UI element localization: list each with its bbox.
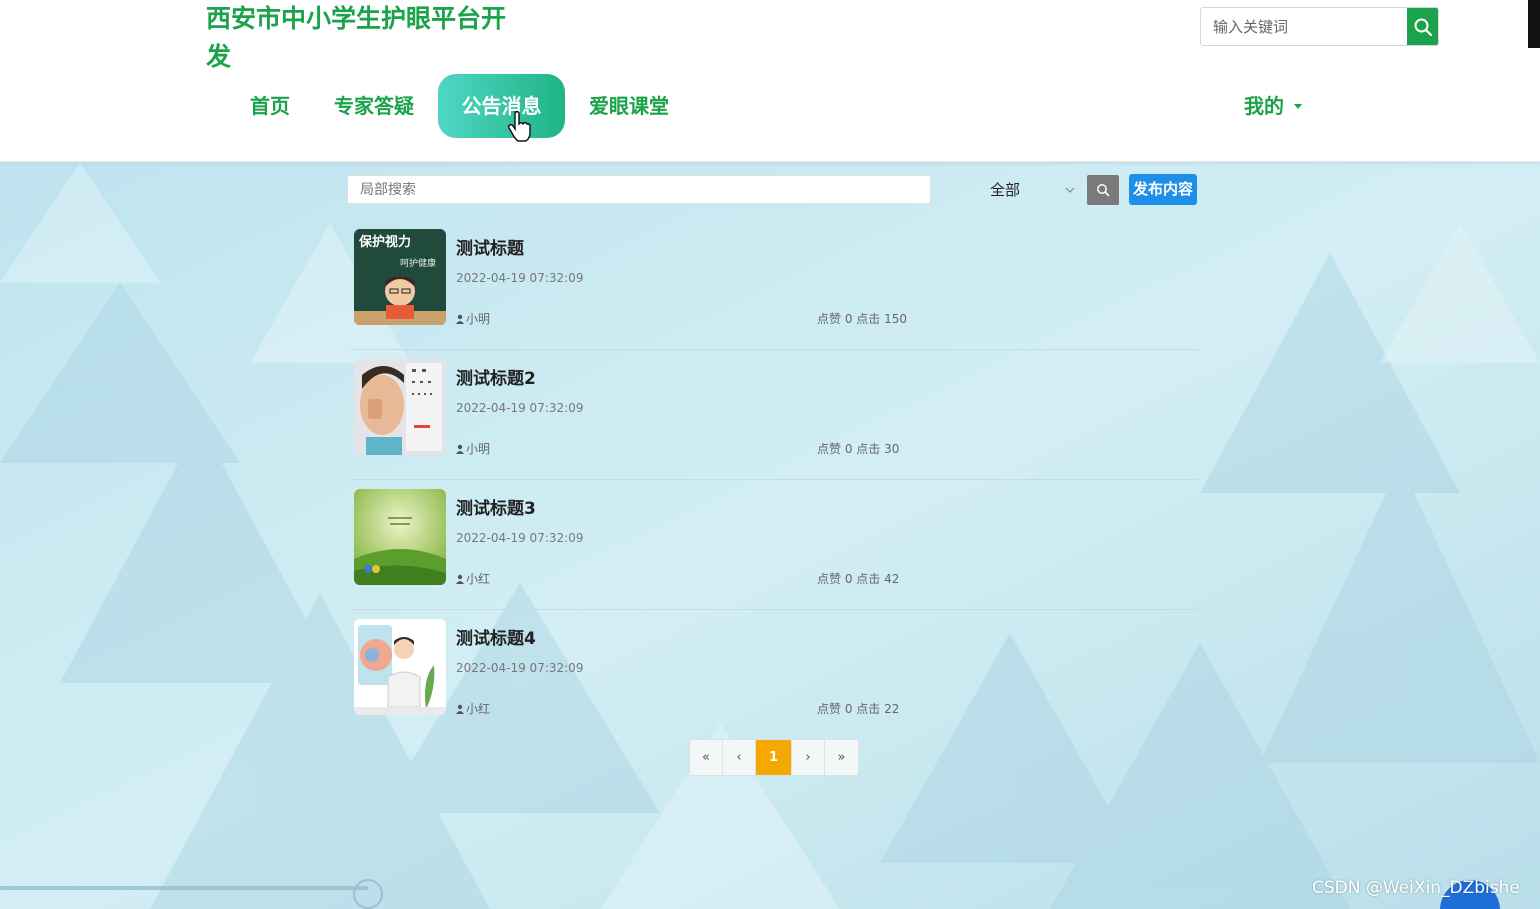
publish-button[interactable]: 发布内容: [1129, 174, 1197, 205]
user-menu-label: 我的: [1244, 94, 1284, 118]
item-author: 小明: [456, 440, 490, 457]
watermark: CSDN @WeiXin_DZbishe: [1312, 878, 1520, 898]
nav-eye-class[interactable]: 爱眼课堂: [569, 74, 689, 138]
item-title[interactable]: 测试标题4: [456, 624, 536, 649]
global-search-button[interactable]: [1407, 8, 1438, 45]
nav-home[interactable]: 首页: [230, 74, 310, 138]
item-author: 小红: [456, 570, 490, 587]
item-stats: 点赞 0 点击 42: [817, 572, 900, 586]
poster-subline: 呵护健康: [400, 257, 436, 269]
local-search-input[interactable]: [347, 175, 931, 204]
thumbnail-eye-protection-poster[interactable]: 保护视力 呵护健康: [354, 229, 446, 325]
global-search: [1200, 7, 1439, 46]
video-progress-track[interactable]: [0, 886, 368, 890]
main-nav: 首页 专家答疑 公告消息 爱眼课堂: [230, 74, 693, 138]
site-header: 西安市中小学生护眼平台开发 首页 专家答疑 公告消息 爱眼课堂 我的: [0, 0, 1540, 162]
filter-search-button[interactable]: [1087, 175, 1119, 205]
search-icon: [1097, 184, 1110, 197]
list-item[interactable]: 测试标题3 2022-04-19 07:32:09 小红 点赞 0 点击 42: [350, 480, 1198, 610]
list-item[interactable]: 测试标题4 2022-04-19 07:32:09 小红 点赞 0 点击 22: [350, 610, 1198, 740]
item-date: 2022-04-19 07:32:09: [456, 661, 584, 675]
page-last-button[interactable]: »: [825, 740, 858, 775]
item-author-name: 小红: [466, 572, 491, 586]
chevron-down-icon: [1065, 187, 1075, 193]
user-icon: [456, 314, 464, 324]
item-author-name: 小明: [466, 312, 491, 326]
category-selected-value: 全部: [990, 181, 1021, 199]
thumbnail-green-nature[interactable]: [354, 489, 446, 585]
item-author: 小明: [456, 310, 490, 327]
hand-cursor-icon: [508, 110, 531, 142]
page-next-button[interactable]: ›: [792, 740, 825, 775]
item-stats: 点赞 0 点击 22: [817, 702, 900, 716]
page-current-button[interactable]: 1: [756, 740, 792, 775]
item-author-name: 小明: [466, 442, 491, 456]
pagination: « ‹ 1 › »: [689, 739, 859, 776]
search-icon: [1414, 18, 1432, 36]
site-title: 西安市中小学生护眼平台开发: [206, 4, 507, 71]
item-date: 2022-04-19 07:32:09: [456, 531, 584, 545]
list-item[interactable]: 保护视力 呵护健康 测试标题 2022-04-19 07:32:09 小明 点赞…: [350, 220, 1198, 350]
item-title[interactable]: 测试标题3: [456, 494, 536, 519]
global-search-input[interactable]: [1201, 8, 1407, 45]
page-prev-button[interactable]: ‹: [723, 740, 756, 775]
list-item[interactable]: 测试标题2 2022-04-19 07:32:09 小明 点赞 0 点击 30: [350, 350, 1198, 480]
nav-announcements[interactable]: 公告消息: [438, 74, 565, 138]
item-stats: 点赞 0 点击 30: [817, 442, 900, 456]
item-author-name: 小红: [466, 702, 491, 716]
poster-headline: 保护视力: [358, 234, 411, 250]
thumbnail-eye-test-child[interactable]: [354, 359, 446, 455]
item-stats: 点赞 0 点击 150: [817, 312, 907, 326]
video-progress-handle[interactable]: [353, 879, 383, 909]
user-icon: [456, 574, 464, 584]
item-title[interactable]: 测试标题2: [456, 364, 536, 389]
item-date: 2022-04-19 07:32:09: [456, 401, 584, 415]
thumbnail-doctor-eye[interactable]: [354, 619, 446, 715]
announcement-list: 保护视力 呵护健康 测试标题 2022-04-19 07:32:09 小明 点赞…: [350, 220, 1198, 740]
nav-expert-qa[interactable]: 专家答疑: [314, 74, 434, 138]
user-icon: [456, 444, 464, 454]
caret-down-icon: [1294, 103, 1302, 109]
item-date: 2022-04-19 07:32:09: [456, 271, 584, 285]
user-menu[interactable]: 我的: [1244, 90, 1302, 119]
window-edge: [1528, 0, 1540, 48]
item-title[interactable]: 测试标题: [456, 234, 524, 259]
page-first-button[interactable]: «: [690, 740, 723, 775]
category-select[interactable]: 全部: [980, 175, 1085, 204]
item-author: 小红: [456, 700, 490, 717]
user-icon: [456, 704, 464, 714]
